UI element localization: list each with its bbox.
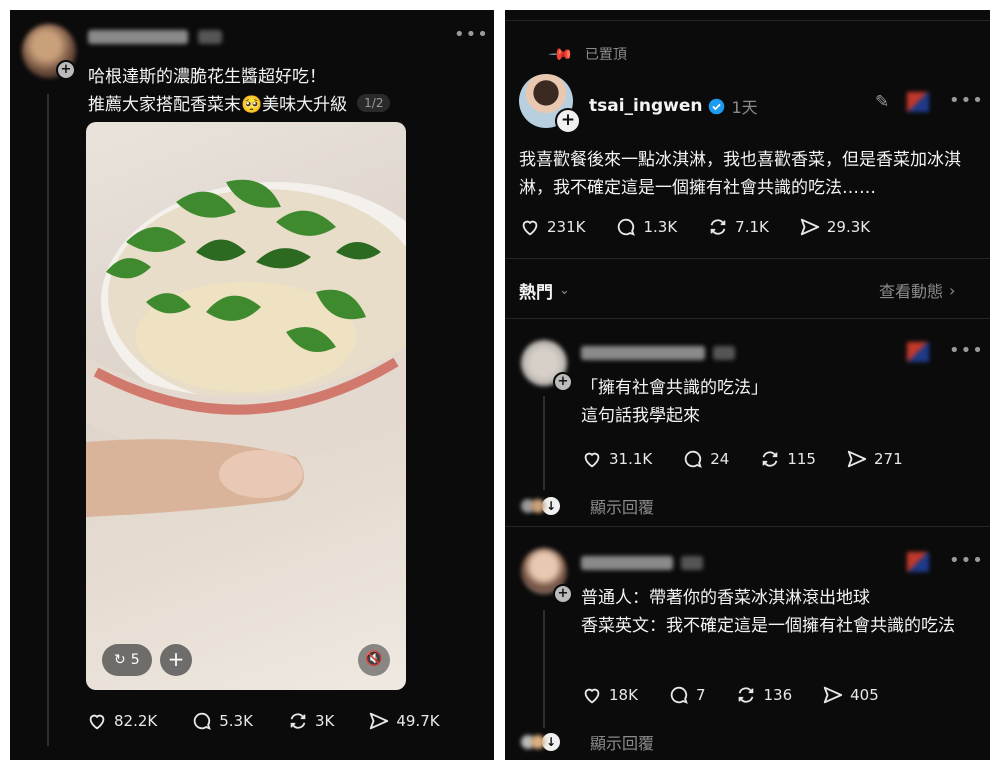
author-username[interactable] (88, 30, 188, 44)
pinned-label: 已置頂 (584, 47, 627, 63)
repost-stat[interactable]: 115 (759, 448, 816, 470)
show-replies-row[interactable]: ↓ 顯示回覆 (521, 494, 654, 518)
chevron-right-icon: › (949, 280, 956, 300)
sort-dropdown[interactable]: 熱門 ⌄ (519, 278, 570, 303)
heart-icon (584, 452, 600, 468)
image-page-indicator: 1/2 (357, 93, 391, 112)
share-stat[interactable]: 29.3K (799, 216, 870, 238)
repost-icon (763, 451, 778, 467)
post-time: 1天 (731, 98, 758, 117)
reply-text: 普通人：帶著你的香菜冰淇淋滾出地球 香菜英文：我不確定這是一個擁有社會共識的吃法 (581, 588, 955, 636)
heart-icon (584, 688, 600, 704)
repost-count: 5 (130, 652, 140, 668)
repost-stat[interactable]: 136 (735, 684, 792, 706)
sort-label: 熱門 (519, 283, 553, 303)
right-thread-panel: 📌 已置頂 + tsai_ingwen 1天 ✎ ••• 我喜歡餐後來一點冰淇淋… (505, 10, 990, 760)
reply-meta (713, 346, 735, 360)
heart-icon (89, 714, 105, 730)
comment-stat[interactable]: 5.3K (191, 710, 253, 732)
reply-username[interactable] (581, 556, 673, 570)
thread-line (543, 610, 545, 728)
like-stat[interactable]: 82.2K (86, 710, 157, 732)
flag-image (907, 552, 929, 572)
replier-avatars: ↓ (521, 733, 560, 751)
follow-plus-icon[interactable]: + (56, 60, 76, 80)
post-image[interactable]: ↻ 5 + 🔇 (86, 122, 406, 690)
verified-badge-icon (709, 98, 725, 114)
reply-username[interactable] (581, 346, 705, 360)
view-activity-link[interactable]: 查看動態 › (879, 278, 955, 302)
post-text-line-2: 推薦大家搭配香菜末🥺美味大升級 (88, 95, 348, 115)
pin-icon: 📌 (547, 40, 575, 68)
share-icon (800, 218, 820, 236)
more-options-icon[interactable]: ••• (949, 550, 984, 571)
author-meta (198, 30, 222, 44)
like-stat[interactable]: 31.1K (581, 448, 652, 470)
repost-stat[interactable]: 3K (287, 710, 334, 732)
cilantro-ice-cream-illustration (86, 179, 406, 517)
divider (505, 318, 990, 319)
reply-meta (681, 556, 703, 570)
repost-icon (290, 713, 306, 729)
more-options-icon[interactable]: ••• (454, 24, 489, 45)
comment-icon (685, 450, 703, 468)
thread-line (47, 94, 49, 746)
left-post-panel: + ••• 哈根達斯的濃脆花生醬超好吃！ 推薦大家搭配香菜末🥺美味大升級 1/2 (10, 10, 494, 760)
add-button[interactable]: + (160, 644, 192, 676)
repost-icon (739, 687, 754, 703)
comment-stat[interactable]: 24 (682, 448, 729, 470)
share-stat[interactable]: 49.7K (368, 710, 440, 732)
reply-text: 「擁有社會共識的吃法」 這句話我學起來 (581, 378, 768, 426)
flag-image (907, 92, 929, 112)
share-stat[interactable]: 405 (822, 684, 879, 706)
chevron-down-icon: ⌄ (559, 283, 570, 298)
follow-plus-icon[interactable]: + (555, 108, 581, 134)
comment-icon (618, 218, 636, 236)
more-options-icon[interactable]: ••• (949, 340, 984, 361)
author-name[interactable]: tsai_ingwen (589, 96, 702, 116)
heart-icon (522, 220, 538, 236)
share-stat[interactable]: 271 (846, 448, 903, 470)
follow-plus-icon[interactable]: + (553, 372, 573, 392)
comment-icon (670, 686, 688, 704)
share-icon (847, 450, 867, 468)
main-post-text: 我喜歡餐後來一點冰淇淋，我也喜歡香菜，但是香菜加冰淇淋，我不確定這是一個擁有社會… (519, 150, 961, 198)
divider (505, 258, 990, 259)
post-text-line-1: 哈根達斯的濃脆花生醬超好吃！ (88, 67, 326, 87)
repost-icon (710, 219, 726, 235)
repost-stat[interactable]: 7.1K (707, 216, 769, 238)
comment-stat[interactable]: 7 (668, 684, 705, 706)
share-icon (370, 712, 389, 730)
comment-icon (194, 712, 212, 730)
share-icon (823, 686, 843, 704)
like-stat[interactable]: 231K (519, 216, 585, 238)
flag-image (907, 342, 929, 362)
like-stat[interactable]: 18K (581, 684, 638, 706)
top-divider (505, 20, 990, 21)
follow-plus-icon[interactable]: + (553, 584, 573, 604)
divider (505, 526, 990, 527)
thread-line (543, 396, 545, 490)
edit-icon[interactable]: ✎ (875, 92, 889, 112)
mute-icon[interactable]: 🔇 (358, 644, 390, 676)
show-replies-row[interactable]: ↓ 顯示回覆 (521, 730, 654, 754)
comment-stat[interactable]: 1.3K (615, 216, 677, 238)
replier-avatars: ↓ (521, 497, 560, 515)
repost-count-pill[interactable]: ↻ 5 (102, 644, 152, 676)
repost-icon: ↻ (114, 652, 126, 668)
more-options-icon[interactable]: ••• (949, 90, 984, 111)
